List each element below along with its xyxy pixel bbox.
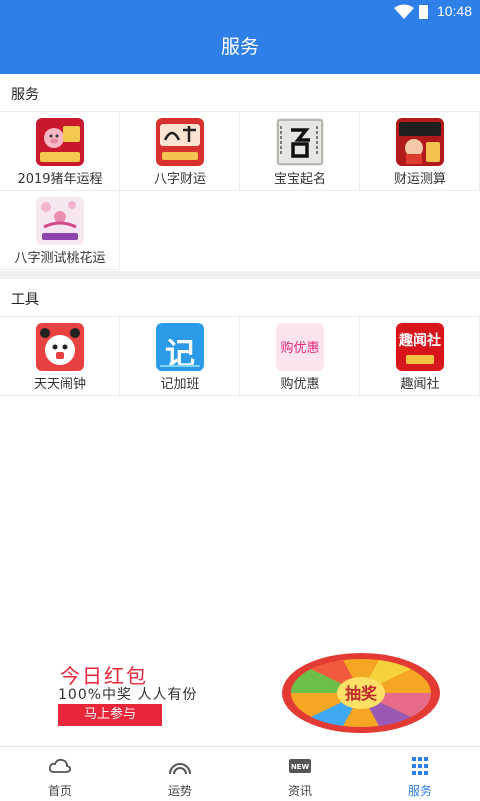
tool-item-overtime-record[interactable]: 记 记加班: [120, 317, 240, 396]
wheel-center-label: 抽奖: [345, 684, 378, 703]
service-label: 宝宝起名: [273, 172, 326, 187]
bottom-tab-bar: 首页 运势 NEW 资讯 服务: [0, 746, 480, 800]
status-time: 10:48: [436, 3, 472, 19]
section-divider: [0, 271, 480, 279]
tool-label: 天天闹钟: [33, 377, 86, 392]
service-item-bazi-wealth[interactable]: 八字财运: [120, 112, 240, 191]
fun-news-glyph: 趣闻社: [399, 333, 441, 349]
grid-icon: [412, 757, 428, 775]
pig-year-fortune-icon: [36, 118, 84, 166]
tool-label: 购优惠: [280, 377, 320, 392]
baby-naming-icon: [276, 118, 324, 166]
banner-subline: 100%中奖 人人有份: [58, 687, 198, 703]
rainbow-arc-icon: [169, 763, 191, 775]
battery-icon: [419, 5, 428, 19]
service-item-wealth-reckoning[interactable]: 财运测算: [360, 112, 480, 191]
wealth-reckoning-icon: [396, 118, 444, 166]
tools-section-header: 工具: [0, 279, 480, 317]
tab-services[interactable]: 服务: [360, 747, 480, 801]
fun-news-icon: 趣闻社: [396, 323, 444, 371]
service-item-peach-blossom[interactable]: 八字测试桃花运: [0, 191, 120, 270]
tool-item-alarm-clock[interactable]: 天天闹钟: [0, 317, 120, 396]
red-packet-banner[interactable]: 今日红包 100%中奖 人人有份 马上参与 抽奖: [0, 640, 480, 745]
new-badge-text: NEW: [291, 763, 310, 771]
service-label: 2019猪年运程: [17, 172, 103, 187]
join-now-button[interactable]: 马上参与: [58, 704, 162, 726]
tab-home[interactable]: 首页: [0, 747, 120, 801]
tab-label: 运势: [167, 784, 192, 798]
tab-fortune[interactable]: 运势: [120, 747, 240, 801]
service-label: 财运测算: [393, 172, 446, 187]
services-section-header: 服务: [0, 74, 480, 112]
page-title: 服务: [220, 36, 259, 58]
tab-label: 首页: [47, 784, 72, 798]
tab-label: 资讯: [287, 784, 312, 798]
service-item-baby-naming[interactable]: 宝宝起名: [240, 112, 360, 191]
shopping-discount-icon: 购优惠: [276, 323, 324, 371]
service-item-pig-year[interactable]: 2019猪年运程: [0, 112, 120, 191]
tool-label: 记加班: [160, 377, 200, 392]
lucky-wheel-icon: 抽奖: [282, 653, 440, 733]
tool-item-fun-news[interactable]: 趣闻社 趣闻社: [360, 317, 480, 396]
shopping-discount-glyph: 购优惠: [280, 341, 320, 356]
tab-label: 服务: [407, 784, 432, 798]
wifi-icon: [394, 4, 414, 19]
overtime-record-icon: 记: [156, 323, 204, 371]
tools-section-title: 工具: [11, 292, 39, 308]
tool-label: 趣闻社: [400, 377, 440, 392]
peach-blossom-icon: [36, 197, 84, 245]
bazi-wealth-icon: [156, 118, 204, 166]
cloud-icon: [48, 758, 72, 773]
new-badge-icon: NEW: [289, 759, 311, 773]
tab-news[interactable]: NEW 资讯: [240, 747, 360, 801]
alarm-clock-icon: [36, 323, 84, 371]
app-bar: 服务: [0, 24, 480, 74]
service-label: 八字财运: [153, 172, 206, 187]
services-section-title: 服务: [11, 87, 39, 103]
status-bar: 10:48: [0, 0, 480, 24]
service-label: 八字测试桃花运: [14, 251, 106, 266]
tool-item-shopping-discount[interactable]: 购优惠 购优惠: [240, 317, 360, 396]
